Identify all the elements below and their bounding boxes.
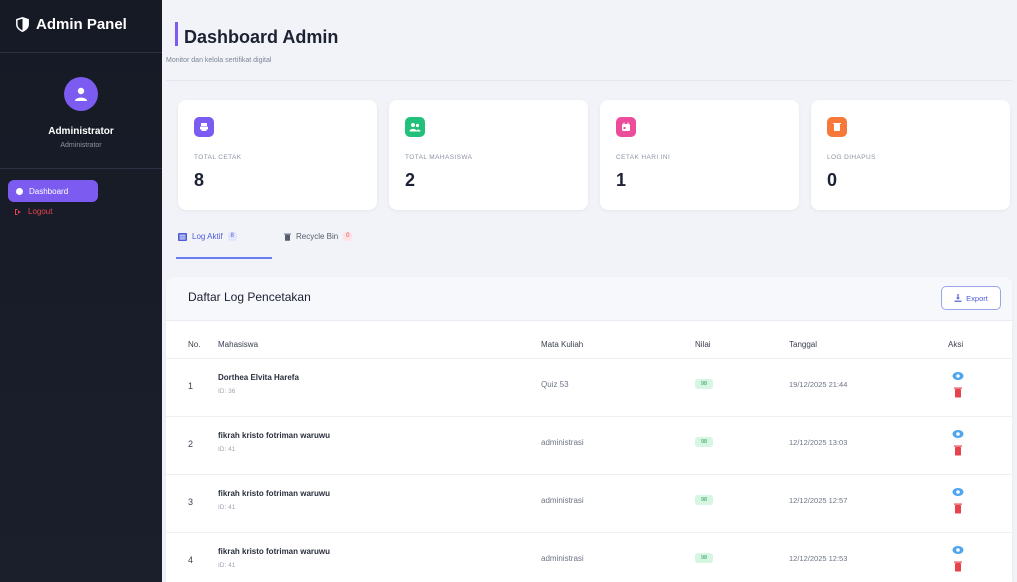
page-title: Dashboard Admin	[184, 27, 339, 47]
brand-title: Admin Panel	[36, 16, 127, 33]
trash-icon	[284, 233, 291, 241]
stat-card-total-cetak: TOTAL CETAK 8	[178, 100, 377, 210]
delete-icon[interactable]	[953, 502, 963, 514]
tab-log-aktif[interactable]: Log Aktif 8	[178, 232, 237, 241]
course-name: administrasi	[541, 438, 584, 447]
table-row: 3 fikrah kristo fotriman waruwu ID: 41 a…	[166, 474, 1012, 532]
stat-card-total-mahasiswa: TOTAL MAHASISWA 2	[389, 100, 588, 210]
delete-icon[interactable]	[953, 444, 963, 456]
tab-label: Log Aktif	[192, 232, 223, 241]
stat-value: 8	[194, 170, 205, 190]
stat-label: TOTAL CETAK	[194, 154, 242, 161]
export-label: Export	[966, 293, 988, 303]
stat-card-log-dihapus: LOG DIHAPUS 0	[811, 100, 1010, 210]
delete-icon[interactable]	[953, 386, 963, 398]
view-icon[interactable]	[952, 487, 964, 497]
col-header-tanggal: Tanggal	[789, 340, 818, 349]
tab-recycle-bin[interactable]: Recycle Bin 0	[284, 232, 353, 241]
table-row: 4 fikrah kristo fotriman waruwu ID: 41 a…	[166, 532, 1012, 582]
user-name: Administrator	[48, 126, 114, 137]
avatar	[64, 77, 98, 111]
student-id: ID: 36	[218, 388, 236, 395]
sidebar-item-label: Dashboard	[29, 186, 69, 196]
list-icon	[178, 232, 187, 241]
row-number: 2	[188, 439, 194, 449]
delete-icon[interactable]	[953, 560, 963, 572]
sidebar-item-logout[interactable]: Logout	[14, 207, 52, 216]
col-header-no: No.	[188, 340, 201, 349]
grade-badge: 98	[695, 437, 713, 447]
col-header-mahasiswa: Mahasiswa	[218, 340, 259, 349]
stat-label: CETAK HARI INI	[616, 154, 671, 161]
sidebar-item-label: Logout	[28, 207, 53, 216]
view-icon[interactable]	[952, 545, 964, 555]
grade-badge: 98	[695, 379, 713, 389]
table-row: 2 fikrah kristo fotriman waruwu ID: 41 a…	[166, 416, 1012, 474]
row-number: 3	[188, 497, 194, 507]
sidebar: Admin Panel Administrator Administrator …	[0, 0, 162, 582]
tab-active-indicator	[176, 257, 272, 259]
row-number: 4	[188, 555, 194, 565]
sidebar-item-dashboard[interactable]: Dashboard	[8, 180, 98, 202]
page-subtitle: Monitor dan kelola sertifikat digital	[166, 57, 272, 64]
print-date: 12/12/2025 13:03	[789, 438, 848, 447]
print-date: 12/12/2025 12:53	[789, 554, 848, 563]
student-name: fikrah kristo fotriman waruwu	[218, 431, 331, 440]
export-button[interactable]: Export	[941, 286, 1001, 310]
dashboard-icon	[16, 187, 23, 195]
divider	[166, 80, 1012, 81]
view-icon[interactable]	[952, 371, 964, 381]
col-header-nilai: Nilai	[695, 340, 711, 349]
student-id: ID: 41	[218, 562, 236, 569]
tab-label: Recycle Bin	[296, 232, 339, 241]
stat-label: LOG DIHAPUS	[827, 154, 876, 161]
student-name: Dorthea Elvita Harefa	[218, 373, 299, 382]
student-id: ID: 41	[218, 504, 236, 511]
stat-value: 1	[616, 170, 627, 190]
course-name: administrasi	[541, 554, 584, 563]
print-date: 12/12/2025 12:57	[789, 496, 848, 505]
trash-icon	[827, 117, 847, 137]
user-role: Administrator	[60, 142, 102, 149]
panel-title: Daftar Log Pencetakan	[188, 290, 311, 304]
calendar-icon	[616, 117, 636, 137]
stat-label: TOTAL MAHASISWA	[405, 154, 473, 161]
grade-badge: 98	[695, 495, 713, 505]
course-name: Quiz 53	[541, 380, 569, 389]
row-number: 1	[188, 381, 194, 391]
table-row: 1 Dorthea Elvita Harefa ID: 36 Quiz 53 9…	[166, 358, 1012, 416]
col-header-aksi: Aksi	[948, 340, 964, 349]
tab-badge: 0	[343, 232, 353, 241]
tab-badge: 8	[227, 232, 237, 241]
shield-icon	[16, 17, 29, 32]
student-id: ID: 41	[218, 446, 236, 453]
divider	[0, 168, 162, 169]
print-date: 19/12/2025 21:44	[789, 380, 848, 389]
student-name: fikrah kristo fotriman waruwu	[218, 489, 331, 498]
print-icon	[194, 117, 214, 137]
grade-badge: 98	[695, 553, 713, 563]
log-table-panel: Daftar Log Pencetakan Export No. Mahasis…	[166, 277, 1012, 582]
stat-card-cetak-hari-ini: CETAK HARI INI 1	[600, 100, 799, 210]
download-icon	[954, 294, 962, 302]
users-icon	[405, 117, 425, 137]
title-accent	[175, 22, 178, 46]
divider	[0, 52, 162, 53]
logout-icon	[15, 208, 21, 215]
course-name: administrasi	[541, 496, 584, 505]
col-header-mata-kuliah: Mata Kuliah	[541, 340, 584, 349]
user-icon	[75, 87, 87, 101]
stat-value: 2	[405, 170, 416, 190]
view-icon[interactable]	[952, 429, 964, 439]
brand: Admin Panel	[0, 0, 162, 33]
panel-header: Daftar Log Pencetakan Export	[166, 277, 1012, 321]
student-name: fikrah kristo fotriman waruwu	[218, 547, 331, 556]
stat-value: 0	[827, 170, 838, 190]
